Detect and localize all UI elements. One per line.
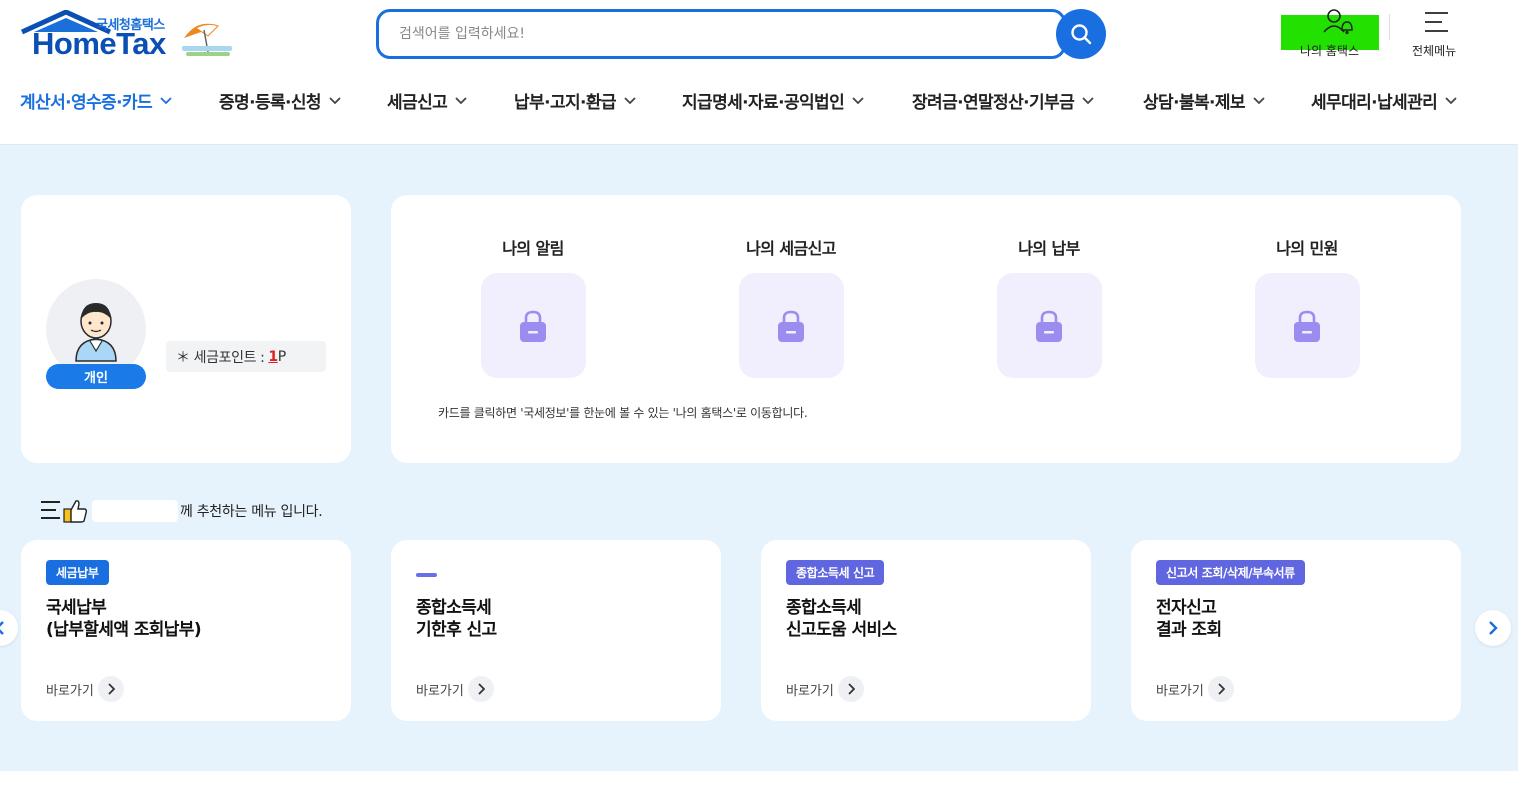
nav-item-consultation[interactable]: 상담·불복·제보 — [1143, 88, 1265, 113]
recommend-tag-placeholder — [416, 573, 437, 577]
tile-my-notifications[interactable]: 나의 알림 — [453, 235, 613, 378]
chevron-right-icon — [1489, 621, 1498, 635]
recommend-heading: 께 추천하는 메뉴 입니다. — [40, 497, 323, 525]
tile-my-tax-filing[interactable]: 나의 세금신고 — [711, 235, 871, 378]
goto-link[interactable]: 바로가기 — [1156, 676, 1234, 702]
recommend-tag: 세금납부 — [46, 560, 109, 585]
my-hometax-notice: 카드를 클릭하면 '국세정보'를 한눈에 볼 수 있는 '나의 홈택스'로 이동… — [438, 406, 808, 420]
chevron-left-icon — [0, 621, 4, 635]
carousel-next-button[interactable] — [1475, 610, 1511, 646]
tax-points[interactable]: ＊ 세금포인트 : 1 P — [166, 341, 326, 372]
tile-my-civil-petition[interactable]: 나의 민원 — [1227, 235, 1387, 378]
tile-box[interactable] — [480, 273, 586, 378]
chevron-down-icon — [1445, 96, 1457, 104]
chevron-right-icon — [108, 683, 115, 695]
chevron-down-icon — [329, 96, 341, 104]
tile-my-payment[interactable]: 나의 납부 — [969, 235, 1129, 378]
recommend-title: 종합소득세 신고도움 서비스 — [786, 598, 897, 640]
site-header: 국세청홈택스 HomeTax 나의 홈택스 전체메뉴 계산서·영수 — [0, 0, 1518, 145]
chevron-down-icon — [160, 96, 172, 104]
hamburger-menu-icon[interactable] — [1424, 11, 1450, 33]
recommend-title: 전자신고 결과 조회 — [1156, 598, 1222, 640]
nav-item-invoices[interactable]: 계산서·영수증·카드 — [20, 88, 172, 113]
recommend-card[interactable]: 종합소득세 신고 종합소득세 신고도움 서비스 바로가기 — [761, 540, 1091, 721]
chevron-down-icon — [1253, 96, 1265, 104]
recommend-heading-text: 께 추천하는 메뉴 입니다. — [180, 504, 323, 520]
nav-item-certificates[interactable]: 증명·등록·신청 — [219, 88, 341, 113]
chevron-down-icon — [455, 96, 467, 104]
tile-box[interactable] — [1254, 273, 1360, 378]
tile-title: 나의 세금신고 — [746, 239, 836, 258]
lock-icon — [520, 310, 546, 342]
user-bell-icon — [1323, 9, 1353, 35]
main-navigation: 계산서·영수증·카드 증명·등록·신청 세금신고 납부·고지·환급 지급명세·자… — [0, 88, 1518, 120]
hometax-logo[interactable]: 국세청홈택스 HomeTax — [20, 10, 235, 62]
main-content: 개인 ＊ 세금포인트 : 1 P 나의 알림 나의 세금신고 나의 납부 나의 … — [0, 145, 1518, 771]
thumbs-up-menu-icon — [41, 500, 88, 523]
lock-icon — [778, 310, 804, 342]
tax-points-unit: P — [277, 348, 286, 365]
user-type-badge: 개인 — [46, 364, 146, 389]
arrow-button[interactable] — [467, 676, 494, 702]
search-icon — [1071, 24, 1092, 45]
lock-icon — [1036, 310, 1062, 342]
search-box — [376, 9, 1066, 59]
tax-points-value[interactable]: 1 — [268, 349, 278, 365]
all-menu-label[interactable]: 전체메뉴 — [1412, 42, 1456, 59]
carousel-prev-button[interactable] — [0, 610, 18, 646]
user-name-masked — [92, 500, 178, 522]
goto-link[interactable]: 바로가기 — [416, 676, 494, 702]
beach-umbrella-icon — [182, 23, 232, 56]
my-hometax-card: 나의 알림 나의 세금신고 나의 납부 나의 민원 카드를 클릭하면 '국세정보… — [391, 195, 1461, 463]
arrow-button[interactable] — [837, 676, 864, 702]
header-divider — [1389, 14, 1390, 40]
goto-link[interactable]: 바로가기 — [786, 676, 864, 702]
search-input[interactable] — [379, 12, 1019, 56]
tile-title: 나의 알림 — [502, 239, 564, 258]
chevron-down-icon — [1082, 96, 1094, 104]
profile-card: 개인 ＊ 세금포인트 : 1 P — [21, 195, 351, 463]
nav-item-tax-agent[interactable]: 세무대리·납세관리 — [1311, 88, 1457, 113]
my-hometax-label[interactable]: 나의 홈택스 — [1300, 42, 1359, 59]
chevron-right-icon — [848, 683, 855, 695]
chevron-right-icon — [1218, 683, 1225, 695]
tile-box[interactable] — [738, 273, 844, 378]
tile-title: 나의 민원 — [1276, 239, 1338, 258]
nav-item-incentives[interactable]: 장려금·연말정산·기부금 — [912, 88, 1094, 113]
arrow-button[interactable] — [97, 676, 124, 702]
tile-title: 나의 납부 — [1018, 239, 1080, 258]
recommend-title: 국세납부 (납부할세액 조회납부) — [46, 598, 202, 640]
nav-item-tax-filing[interactable]: 세금신고 — [387, 88, 467, 113]
nav-item-payment-statements[interactable]: 지급명세·자료·공익법인 — [682, 88, 864, 113]
recommend-card[interactable]: 세금납부 국세납부 (납부할세액 조회납부) 바로가기 — [21, 540, 351, 721]
recommend-tag: 종합소득세 신고 — [786, 560, 885, 585]
search-button[interactable] — [1056, 9, 1106, 59]
recommend-tag: 신고서 조회/삭제/부속서류 — [1156, 560, 1305, 585]
chevron-down-icon — [852, 96, 864, 104]
tile-box[interactable] — [996, 273, 1102, 378]
arrow-button[interactable] — [1207, 676, 1234, 702]
recommend-card[interactable]: 신고서 조회/삭제/부속서류 전자신고 결과 조회 바로가기 — [1131, 540, 1461, 721]
nav-item-payment[interactable]: 납부·고지·환급 — [514, 88, 636, 113]
chevron-right-icon — [478, 683, 485, 695]
chevron-down-icon — [624, 96, 636, 104]
logo-title: HomeTax — [32, 26, 166, 61]
goto-link[interactable]: 바로가기 — [46, 676, 124, 702]
tax-points-label: ＊ 세금포인트 : — [176, 349, 265, 366]
lock-icon — [1294, 310, 1320, 342]
recommend-title: 종합소득세 기한후 신고 — [416, 598, 497, 640]
recommend-card[interactable]: 종합소득세 기한후 신고 바로가기 — [391, 540, 721, 721]
